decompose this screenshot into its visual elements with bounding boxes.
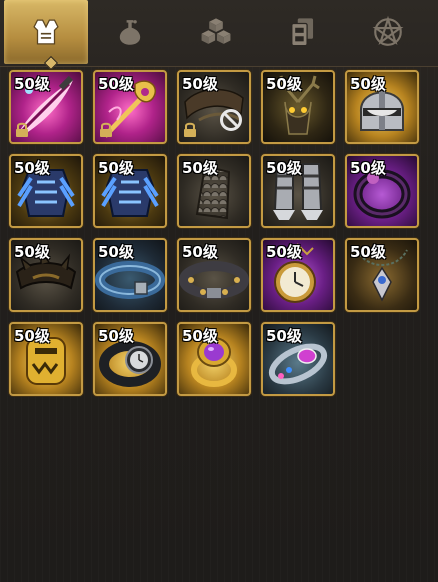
item-level: 50级: [266, 159, 302, 177]
item-level: 50级: [98, 75, 134, 93]
cubes-icon: [201, 18, 231, 44]
item-level: 50级: [98, 243, 134, 261]
item-level: 50级: [182, 243, 218, 261]
item-slot-staff-scepter[interactable]: 50级: [93, 70, 167, 144]
item-level: 50级: [266, 243, 302, 261]
item-level: 50级: [182, 75, 218, 93]
item-level: 50级: [98, 327, 134, 345]
item-slot-knight-helmet[interactable]: 50级: [345, 70, 419, 144]
category-tab-bar: [0, 0, 438, 71]
item-slot-golden-idol[interactable]: 50级: [9, 322, 83, 396]
item-slot-spiked-collar[interactable]: 50级: [9, 238, 83, 312]
item-slot-blue-belt[interactable]: 50级: [93, 238, 167, 312]
item-level: 50级: [14, 159, 50, 177]
item-slot-antler-mask[interactable]: 50级: [261, 70, 335, 144]
tab-materials[interactable]: [174, 0, 258, 64]
item-slot-plate-greaves[interactable]: 50级: [261, 154, 335, 228]
item-level: 50级: [14, 243, 50, 261]
item-level: 50级: [350, 243, 386, 261]
item-slot-leather-wrap[interactable]: 50级: [177, 70, 251, 144]
item-level: 50级: [266, 75, 302, 93]
item-slot-purple-ring[interactable]: 50级: [345, 154, 419, 228]
tab-potions[interactable]: [88, 0, 172, 64]
item-level: 50级: [266, 327, 302, 345]
potion-flask-icon: [119, 20, 141, 45]
disabled-icon: [220, 109, 242, 131]
active-tab-indicator: [43, 55, 59, 71]
item-slot-pocket-watch[interactable]: 50级: [261, 238, 335, 312]
lock-icon: [16, 122, 28, 137]
item-slot-scale-bracer[interactable]: 50级: [177, 154, 251, 228]
item-level: 50级: [350, 159, 386, 177]
item-slot-studded-belt[interactable]: 50级: [177, 238, 251, 312]
tab-cards[interactable]: [260, 0, 344, 64]
lock-icon: [100, 122, 112, 137]
item-slot-wristwatch[interactable]: 50级: [93, 322, 167, 396]
item-slot-gem-bracelet[interactable]: 50级: [261, 322, 335, 396]
armor-vest-icon: [33, 19, 59, 45]
equipment-grid: 50级 50级 50级 50级 50级 50级 50级 50级 50级 50级 …: [9, 70, 419, 396]
item-level: 50级: [14, 327, 50, 345]
item-level: 50级: [182, 159, 218, 177]
item-level: 50级: [182, 327, 218, 345]
item-slot-pendant-necklace[interactable]: 50级: [345, 238, 419, 312]
cards-icon: [291, 18, 314, 47]
lock-icon: [184, 122, 196, 137]
item-slot-blue-cuirass[interactable]: 50级: [9, 154, 83, 228]
item-level: 50级: [98, 159, 134, 177]
item-slot-amethyst-ring[interactable]: 50级: [177, 322, 251, 396]
tab-equipment[interactable]: [4, 0, 88, 71]
tab-special[interactable]: [346, 0, 430, 64]
item-level: 50级: [14, 75, 50, 93]
item-slot-feather-dagger[interactable]: 50级: [9, 70, 83, 144]
item-level: 50级: [350, 75, 386, 93]
item-slot-blue-cuirass[interactable]: 50级: [93, 154, 167, 228]
pentagram-icon: [372, 15, 404, 46]
